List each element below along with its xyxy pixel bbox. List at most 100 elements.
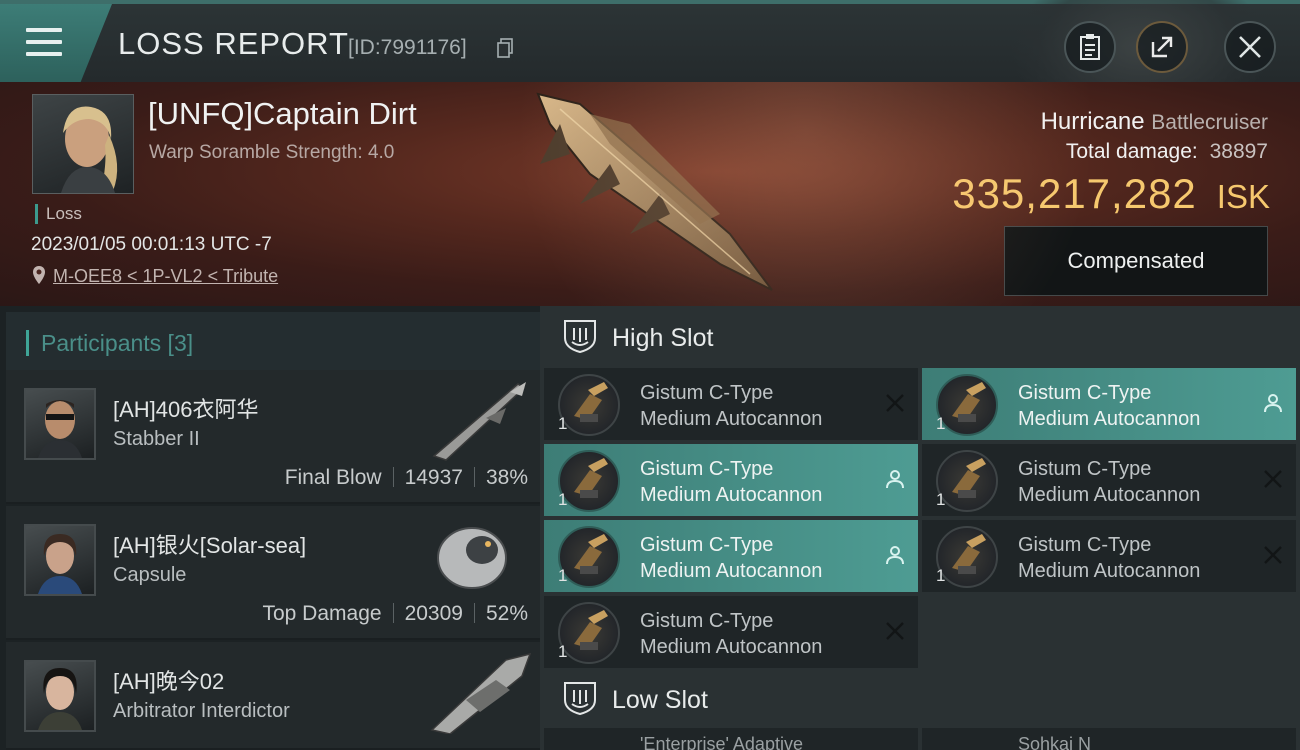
module-quantity: 1 — [558, 566, 568, 585]
participant-damage: 14937 — [404, 466, 463, 489]
module-name: Gistum C-Type Medium Autocannon — [1018, 456, 1200, 508]
module-quantity: 1 — [558, 414, 568, 433]
module-name-line2: Medium Autocannon — [1018, 560, 1201, 582]
module-name-line1: Gistum C-Type — [640, 382, 774, 404]
close-icon — [1239, 36, 1261, 58]
high-slot-label: High Slot — [612, 324, 714, 352]
participant-name: [AH]银火[Solar-sea] — [113, 533, 307, 558]
module-card[interactable]: 1 Gistum C-Type Medium Autocannon — [544, 368, 918, 440]
module-card[interactable]: 'Enterprise' Adaptive — [544, 728, 918, 750]
ship-type: Hurricane Battlecruiser — [1041, 108, 1268, 136]
module-card[interactable]: 1 Gistum C-Type Medium Autocannon — [922, 368, 1296, 440]
module-name-line1: Gistum C-Type — [640, 458, 774, 480]
participant-stats: Top Damage 20309 52% — [262, 602, 528, 626]
participant-row[interactable]: [AH]银火[Solar-sea] Capsule Top Damage 2030… — [6, 506, 540, 640]
participant-tag: Top Damage — [262, 602, 382, 625]
module-quantity: 1 — [936, 490, 946, 509]
module-name: 'Enterprise' Adaptive — [640, 734, 803, 750]
module-card[interactable]: 1 Gistum C-Type Medium Autocannon — [544, 444, 918, 516]
ship-class: Battlecruiser — [1151, 111, 1268, 134]
isk-unit: ISK — [1216, 178, 1270, 215]
top-bar: LOSS REPORT [ID:7991176] — [0, 0, 1300, 84]
report-id: [ID:7991176] — [348, 36, 467, 59]
copy-icon[interactable] — [497, 38, 513, 58]
module-name-line1: Gistum C-Type — [1018, 382, 1152, 404]
ship-name: Hurricane — [1040, 108, 1145, 135]
total-damage-label: Total damage: — [1065, 140, 1198, 163]
participant-name: [AH]晚今02 — [113, 669, 225, 694]
participant-avatar — [24, 660, 96, 732]
report-button[interactable] — [1064, 21, 1116, 73]
participants-title: Participants [3] — [26, 330, 193, 356]
participant-tag: Final Blow — [284, 466, 382, 489]
total-damage: Total damage: 38897 — [1066, 140, 1268, 164]
participants-panel: Participants [3] [AH]406衣阿华 Stabber II F… — [0, 306, 540, 750]
loss-datetime: 2023/01/05 00:01:13 UTC -7 — [31, 234, 272, 255]
module-name-line2: Medium Autocannon — [640, 484, 823, 506]
person-icon — [1264, 394, 1282, 413]
participants-header: Participants [3] — [6, 312, 540, 370]
participant-name: [AH]406衣阿华 — [113, 397, 259, 422]
participant-ship-render — [430, 652, 532, 734]
x-mark-icon — [1264, 470, 1282, 488]
module-card[interactable]: Sohkai N — [922, 728, 1296, 750]
module-name-line2: Medium Autocannon — [640, 408, 823, 430]
low-slot-label: Low Slot — [612, 686, 708, 714]
x-mark-icon — [1264, 546, 1282, 564]
participant-row[interactable]: [AH]406衣阿华 Stabber II Final Blow 14937 38% — [6, 370, 540, 504]
module-name: Gistum C-Type Medium Autocannon — [640, 532, 822, 584]
page-title: LOSS REPORT — [118, 26, 349, 61]
module-name: Gistum C-Type Medium Autocannon — [640, 608, 822, 660]
participant-avatar — [24, 524, 96, 596]
victim-banner: [UNFQ]Captain Dirt Warp Soramble Strengt… — [0, 82, 1300, 306]
participant-stats: Final Blow 14937 38% — [285, 466, 528, 490]
module-name: Gistum C-Type Medium Autocannon — [640, 380, 822, 432]
victim-name: [UNFQ]Captain Dirt — [148, 96, 417, 131]
module-name-line2: Medium Autocannon — [1018, 408, 1201, 430]
high-slot-header: High Slot — [540, 306, 1300, 368]
module-name-line2: Medium Autocannon — [640, 560, 823, 582]
module-name-line1: Gistum C-Type — [640, 610, 774, 632]
close-button[interactable] — [1224, 21, 1276, 73]
participant-percent: 38% — [485, 466, 528, 489]
isk-value: 335,217,282 ISK — [952, 170, 1270, 218]
location-link[interactable]: M-OEE8 < 1P-VL2 < Tribute — [53, 266, 278, 287]
map-pin-icon — [33, 266, 45, 284]
participant-ship: Arbitrator Interdictor — [113, 700, 290, 722]
module-quantity: 1 — [936, 566, 946, 585]
module-card[interactable]: 1 Gistum C-Type Medium Autocannon — [544, 520, 918, 592]
ship-render — [536, 92, 773, 291]
participant-avatar — [24, 388, 96, 460]
module-name: Gistum C-Type Medium Autocannon — [640, 456, 822, 508]
x-mark-icon — [886, 622, 904, 640]
participant-ship: Capsule — [113, 564, 187, 586]
total-damage-value: 38897 — [1209, 140, 1268, 163]
share-button[interactable] — [1136, 21, 1188, 73]
module-name-line1: Gistum C-Type — [640, 534, 774, 556]
module-card[interactable]: 1 Gistum C-Type Medium Autocannon — [922, 444, 1296, 516]
module-card[interactable]: 1 Gistum C-Type Medium Autocannon — [544, 596, 918, 668]
person-icon — [886, 546, 904, 565]
participant-row[interactable]: [AH]晚今02 Arbitrator Interdictor — [6, 642, 540, 750]
participant-ship-render — [432, 382, 526, 461]
menu-button[interactable] — [0, 4, 112, 82]
module-name-line2: Medium Autocannon — [1018, 484, 1201, 506]
fitting-panel: High Slot 1 Gistum C-Type Medium Autocanno… — [540, 306, 1300, 750]
module-name-line1: Gistum C-Type — [1018, 534, 1152, 556]
module-card[interactable]: 1 Gistum C-Type Medium Autocannon — [922, 520, 1296, 592]
participant-ship: Stabber II — [113, 428, 200, 450]
participant-damage: 20309 — [404, 602, 463, 625]
victim-avatar[interactable] — [32, 94, 134, 194]
shield-slot-icon — [564, 320, 596, 354]
x-mark-icon — [886, 394, 904, 412]
loss-tag: Loss — [35, 204, 82, 224]
module-name-line2: Medium Autocannon — [640, 636, 823, 658]
compensated-button[interactable]: Compensated — [1004, 226, 1268, 296]
module-quantity: 1 — [558, 490, 568, 509]
clipboard-icon — [1080, 34, 1100, 60]
menu-icon — [26, 28, 62, 56]
shield-slot-icon — [564, 682, 596, 716]
module-name: Sohkai N — [1018, 734, 1092, 750]
low-slot-header: Low Slot — [540, 668, 1300, 730]
module-quantity: 1 — [558, 642, 568, 661]
